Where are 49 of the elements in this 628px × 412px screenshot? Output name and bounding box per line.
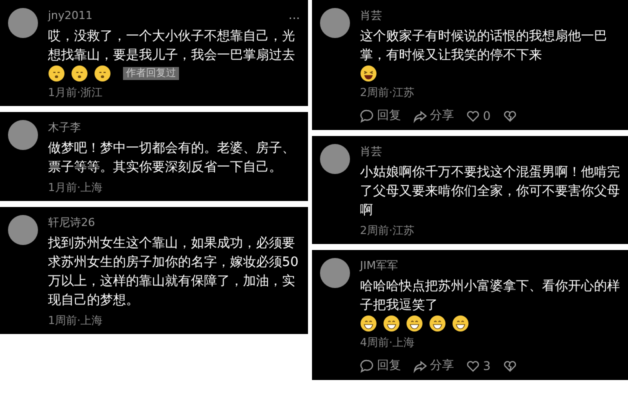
share-icon (413, 108, 427, 122)
comment-time-location: 2周前·江苏 (360, 85, 416, 100)
emoji-icon (452, 315, 469, 332)
dislike-icon[interactable] (502, 108, 517, 122)
username[interactable]: 肖芸 (360, 8, 382, 23)
more-button[interactable]: ... (288, 8, 300, 22)
comment-text: 哎，没救了，一个大小伙子不想靠自己，光想找靠山，要是我儿子，我会一巴掌扇过去 (48, 28, 296, 65)
comment-time-location: 2周前·江苏 (360, 223, 416, 238)
heart-icon (466, 358, 480, 372)
like-button[interactable]: 0 (466, 108, 491, 122)
speech-bubble-icon (360, 108, 374, 122)
comment-time-location: 1月前·上海 (48, 180, 104, 195)
emoji-icon (360, 315, 377, 332)
avatar[interactable] (320, 258, 350, 288)
heart-icon (466, 108, 480, 122)
speech-bubble-icon (360, 358, 374, 372)
comment-text: 做梦吧！梦中一切都会有的。老婆、房子、票子等等。其实你要深刻反省一下自己。 (48, 140, 296, 177)
emoji-icon (48, 65, 65, 82)
comment-time-location: 4周前·上海 (360, 335, 416, 350)
share-icon (413, 358, 427, 372)
username[interactable]: 轩尼诗26 (48, 215, 95, 230)
comment-text: 小姑娘啊你千万不要找这个混蛋男啊！他啃完了父母又要来啃你们全家，你可不要害你父母啊 (360, 164, 620, 220)
comment-time-location: 1月前·浙江 (48, 85, 104, 100)
share-button[interactable]: 分享 (413, 107, 454, 124)
avatar[interactable] (320, 8, 350, 38)
avatar[interactable] (8, 120, 38, 150)
emoji-icon (383, 315, 400, 332)
avatar[interactable] (8, 8, 38, 38)
emoji-icon (360, 65, 377, 82)
avatar[interactable] (8, 215, 38, 245)
emoji-icon (94, 65, 111, 82)
dislike-icon[interactable] (502, 358, 517, 372)
author-replied-tag: 作者回复过 (123, 67, 179, 80)
comment-text: 找到苏州女生这个靠山，如果成功，必须要求苏州女生的房子加你的名字，嫁妆必须50万以上，这样的靠山就有保障了，加油，实现自己的梦想。 (48, 235, 300, 310)
username[interactable]: 木子李 (48, 120, 81, 135)
username[interactable]: 肖芸 (360, 144, 382, 159)
comment-text: 哈哈哈快点把苏州小富婆拿下、看你开心的样子把我逗笑了 (360, 278, 620, 315)
emoji-icon (429, 315, 446, 332)
like-button[interactable]: 3 (466, 358, 491, 372)
comment-time-location: 1周前·上海 (48, 313, 104, 328)
reply-button[interactable]: 回复 (360, 107, 401, 124)
comment-text: 这个败家子有时候说的话恨的我想扇他一巴掌，有时候又让我笑的停不下来 (360, 28, 608, 65)
username[interactable]: JIM军军 (360, 258, 398, 273)
share-button[interactable]: 分享 (413, 357, 454, 374)
emoji-icon (71, 65, 88, 82)
emoji-icon (406, 315, 423, 332)
reply-button[interactable]: 回复 (360, 357, 401, 374)
username[interactable]: jny2011 (48, 8, 93, 23)
avatar[interactable] (320, 144, 350, 174)
